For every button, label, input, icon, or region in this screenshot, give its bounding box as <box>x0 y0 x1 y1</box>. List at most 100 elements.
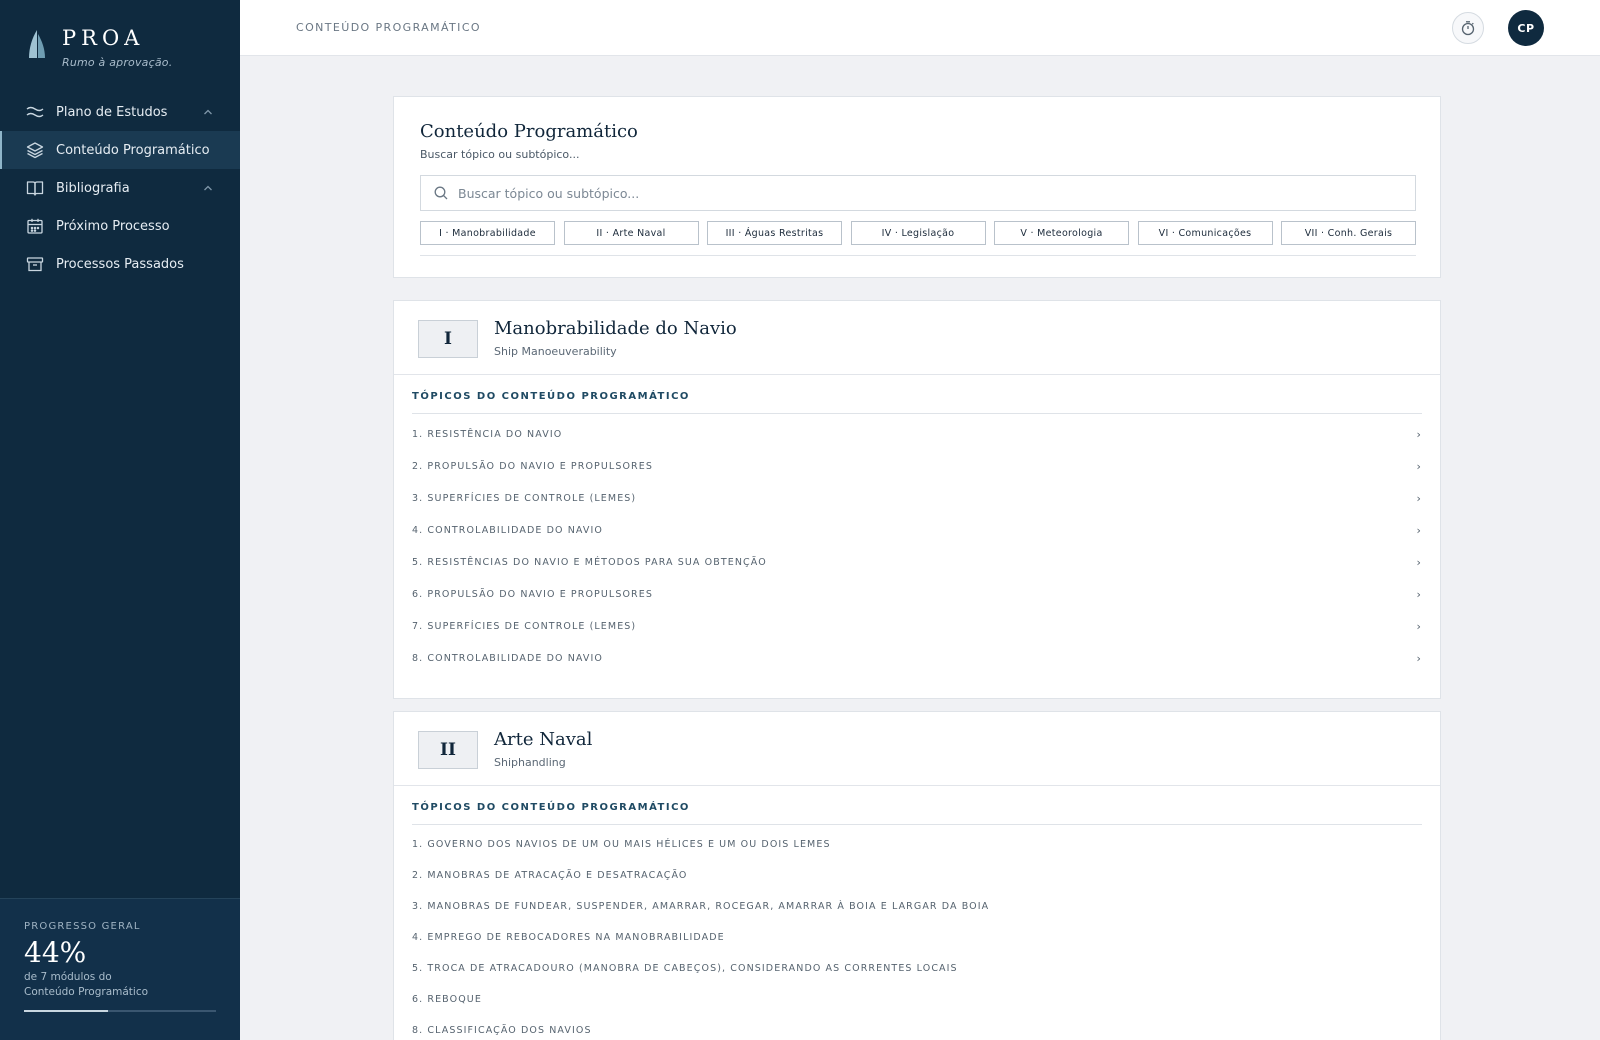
sidebar-item-label: Conteúdo Programático <box>56 142 210 158</box>
topic-item[interactable]: 4. CONTROLABILIDADE DO NAVIO › <box>412 514 1422 546</box>
search-icon <box>434 186 448 200</box>
chevron-up-icon[interactable] <box>202 182 214 194</box>
topic-label: 5. TROCA DE ATRACADOURO (MANOBRA DE CABE… <box>412 963 958 974</box>
topic-label: 2. PROPULSÃO DO NAVIO E PROPULSORES <box>412 460 653 472</box>
topic-item[interactable]: 1. GOVERNO DOS NAVIOS DE UM OU MAIS HÉLI… <box>412 829 1422 860</box>
module-header[interactable]: II Arte Naval Shiphandling <box>394 712 1440 786</box>
topic-label: 8. CONTROLABILIDADE DO NAVIO <box>412 652 603 664</box>
sidebar-item-label: Próximo Processo <box>56 218 170 234</box>
chevron-right-icon: › <box>1416 460 1422 473</box>
search-card: Conteúdo Programático Buscar tópico ou s… <box>393 96 1441 278</box>
chip-module-iii[interactable]: III · Águas Restritas <box>707 221 842 245</box>
search-card-title: Conteúdo Programático <box>420 121 638 142</box>
sidebar-nav: Plano de Estudos Conteúdo Programático B… <box>0 93 240 283</box>
search-card-subtitle: Buscar tópico ou subtópico... <box>420 148 580 161</box>
topic-item[interactable]: 1. RESISTÊNCIA DO NAVIO › <box>412 418 1422 450</box>
sidebar-item-bibliografia[interactable]: Bibliografia <box>0 169 240 207</box>
chip-module-ii[interactable]: II · Arte Naval <box>563 221 699 245</box>
topic-item[interactable]: 8. CLASSIFICAÇÃO DOS NAVIOS <box>412 1015 1422 1040</box>
topic-label: 1. GOVERNO DOS NAVIOS DE UM OU MAIS HÉLI… <box>412 839 831 850</box>
topic-item[interactable]: 2. MANOBRAS DE ATRACAÇÃO E DESATRACAÇÃO <box>412 860 1422 891</box>
chevron-right-icon: › <box>1416 556 1422 569</box>
brand-tagline: Rumo à aprovação. <box>62 56 173 69</box>
topic-label: 4. CONTROLABILIDADE DO NAVIO <box>412 524 603 536</box>
topic-label: 7. SUPERFÍCIES DE CONTROLE (LEMES) <box>412 620 637 632</box>
module-title: Arte Naval <box>494 729 593 750</box>
topic-item[interactable]: 6. REBOQUE <box>412 984 1422 1015</box>
topic-label: 3. SUPERFÍCIES DE CONTROLE (LEMES) <box>412 492 637 504</box>
topic-item[interactable]: 5. TROCA DE ATRACADOURO (MANOBRA DE CABE… <box>412 953 1422 984</box>
topic-label: 6. PROPULSÃO DO NAVIO E PROPULSORES <box>412 588 653 600</box>
chip-module-i[interactable]: I · Manobrabilidade <box>420 221 555 245</box>
timer-button[interactable] <box>1452 12 1484 44</box>
chevron-right-icon: › <box>1416 620 1422 633</box>
chevron-right-icon: › <box>1416 428 1422 441</box>
chip-module-vii[interactable]: VII · Conh. Gerais <box>1281 221 1416 245</box>
chip-module-v[interactable]: V · Meteorologia <box>994 221 1129 245</box>
brand-name: PROA <box>62 26 145 50</box>
chevron-right-icon: › <box>1416 652 1422 665</box>
topic-label: 8. CLASSIFICAÇÃO DOS NAVIOS <box>412 1025 592 1036</box>
calendar-icon <box>26 217 44 235</box>
chevron-right-icon: › <box>1416 588 1422 601</box>
user-avatar[interactable]: CP <box>1508 10 1544 46</box>
chevron-up-icon[interactable] <box>202 106 214 118</box>
module-numeral: II <box>418 731 478 769</box>
progress-bar-fill <box>24 1010 109 1012</box>
module-subtitle: Shiphandling <box>494 756 566 769</box>
topic-item[interactable]: 2. PROPULSÃO DO NAVIO E PROPULSORES › <box>412 450 1422 482</box>
topic-label: 2. MANOBRAS DE ATRACAÇÃO E DESATRACAÇÃO <box>412 870 688 881</box>
waves-icon <box>26 103 44 121</box>
sidebar-item-plano-de-estudos[interactable]: Plano de Estudos <box>0 93 240 131</box>
module-topics: TÓPICOS DO CONTEÚDO PROGRAMÁTICO 1. GOVE… <box>412 802 1422 1040</box>
progress-label: PROGRESSO GERAL <box>24 921 141 932</box>
top-bar: CONTEÚDO PROGRAMÁTICO CP <box>240 0 1600 56</box>
topic-item[interactable]: 3. SUPERFÍCIES DE CONTROLE (LEMES) › <box>412 482 1422 514</box>
module-numeral: I <box>418 320 478 358</box>
module-title: Manobrabilidade do Navio <box>494 318 737 339</box>
search-box[interactable] <box>420 175 1416 211</box>
topics-section-label: TÓPICOS DO CONTEÚDO PROGRAMÁTICO <box>412 802 690 813</box>
search-input[interactable] <box>458 185 1398 201</box>
module-card-i: I Manobrabilidade do Navio Ship Manoeuve… <box>393 300 1441 699</box>
page-breadcrumb: CONTEÚDO PROGRAMÁTICO <box>296 21 481 34</box>
topic-item[interactable]: 3. MANOBRAS DE FUNDEAR, SUSPENDER, AMARR… <box>412 891 1422 922</box>
chip-module-vi[interactable]: VI · Comunicações <box>1137 221 1273 245</box>
sidebar-item-processos-passados[interactable]: Processos Passados <box>0 245 240 283</box>
brand[interactable]: PROA Rumo à aprovação. <box>26 26 172 69</box>
module-header[interactable]: I Manobrabilidade do Navio Ship Manoeuve… <box>394 301 1440 375</box>
chevron-right-icon: › <box>1416 492 1422 505</box>
sidebar-item-label: Processos Passados <box>56 256 184 272</box>
sidebar-item-proximo-processo[interactable]: Próximo Processo <box>0 207 240 245</box>
module-subtitle: Ship Manoeuverability <box>494 345 617 358</box>
divider <box>420 255 1416 256</box>
layers-icon <box>26 141 44 159</box>
progress-bar <box>24 1010 216 1012</box>
topic-label: 4. EMPREGO DE REBOCADORES NA MANOBRABILI… <box>412 932 725 943</box>
book-icon <box>26 179 44 197</box>
topic-label: 1. RESISTÊNCIA DO NAVIO <box>412 428 563 440</box>
topic-item[interactable]: 7. SUPERFÍCIES DE CONTROLE (LEMES) › <box>412 610 1422 642</box>
module-topics: TÓPICOS DO CONTEÚDO PROGRAMÁTICO 1. RESI… <box>412 391 1422 674</box>
progress-caption-line-1: de 7 módulos do <box>24 971 112 983</box>
topic-item[interactable]: 5. RESISTÊNCIAS DO NAVIO E MÉTODOS PARA … <box>412 546 1422 578</box>
topic-item[interactable]: 6. PROPULSÃO DO NAVIO E PROPULSORES › <box>412 578 1422 610</box>
module-filter-chips: I · Manobrabilidade II · Arte Naval III … <box>420 221 1416 245</box>
progress-value: 44% <box>24 936 87 969</box>
topic-item[interactable]: 4. EMPREGO DE REBOCADORES NA MANOBRABILI… <box>412 922 1422 953</box>
overall-progress: PROGRESSO GERAL 44% de 7 módulos do Cont… <box>0 898 240 1040</box>
topic-label: 5. RESISTÊNCIAS DO NAVIO E MÉTODOS PARA … <box>412 556 767 568</box>
chip-module-iv[interactable]: IV · Legislação <box>850 221 986 245</box>
topic-label: 6. REBOQUE <box>412 994 482 1005</box>
progress-caption-line-2: Conteúdo Programático <box>24 986 149 998</box>
sidebar: PROA Rumo à aprovação. Plano de Estudos … <box>0 0 240 1040</box>
sidebar-item-conteudo-programatico[interactable]: Conteúdo Programático <box>0 131 240 169</box>
module-card-ii: II Arte Naval Shiphandling TÓPICOS DO CO… <box>393 711 1441 1040</box>
stopwatch-icon <box>1461 21 1475 36</box>
archive-icon <box>26 255 44 273</box>
chevron-right-icon: › <box>1416 524 1422 537</box>
sail-logo-icon <box>29 30 45 58</box>
topic-label: 3. MANOBRAS DE FUNDEAR, SUSPENDER, AMARR… <box>412 901 990 912</box>
sidebar-item-label: Plano de Estudos <box>56 104 168 120</box>
topic-item[interactable]: 8. CONTROLABILIDADE DO NAVIO › <box>412 642 1422 674</box>
